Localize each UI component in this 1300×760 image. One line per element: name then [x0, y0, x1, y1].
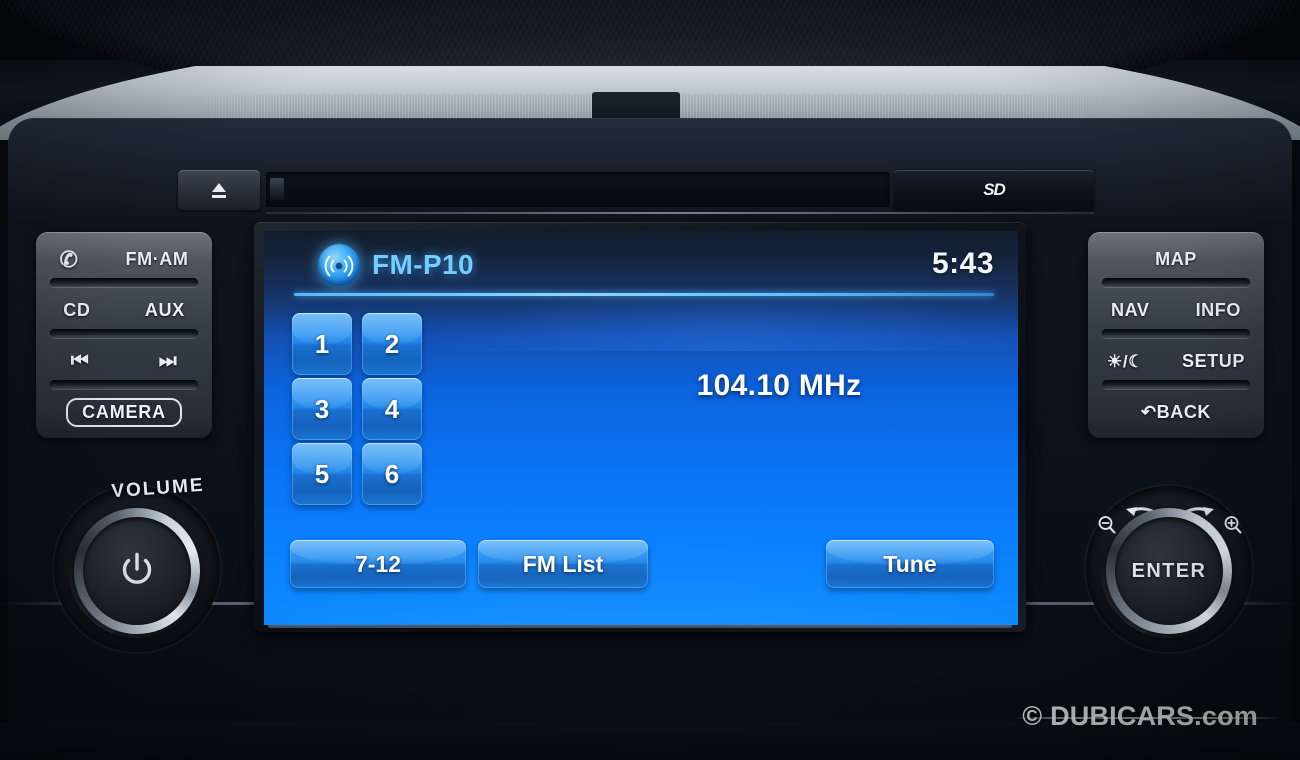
button-label: 7-12 — [354, 550, 402, 577]
right-button-panel: MAP NAV INFO ☀/☾ SETUP ↶BACK — [1088, 232, 1264, 438]
preset-label: 3 — [314, 393, 330, 424]
zoom-in-icon — [1222, 514, 1244, 541]
enter-label: ENTER — [1131, 559, 1207, 582]
preset-label: 5 — [314, 458, 330, 489]
enter-knob-assembly[interactable]: ENTER — [1078, 478, 1260, 660]
screenshot-stage: SD FM-P10 5:43 1 2 3 4 5 6 104.10 MHz 7-… — [0, 0, 1300, 760]
tune-button[interactable]: Tune — [826, 540, 994, 588]
day-night-button[interactable]: ☀/☾ — [1107, 352, 1144, 372]
eject-icon — [211, 182, 227, 198]
clock-label: 5:43 — [931, 247, 994, 280]
left-button-panel: ✆ FM·AM CD AUX ⏮ ⏭ CAMERA — [36, 232, 212, 438]
left-row-camera: CAMERA — [36, 387, 212, 438]
camera-button[interactable]: CAMERA — [66, 398, 182, 427]
preset-button-5[interactable]: 5 — [292, 443, 352, 505]
info-button[interactable]: INFO — [1196, 300, 1241, 321]
fm-list-button[interactable]: FM List — [478, 540, 648, 588]
button-label: Tune — [883, 550, 937, 577]
presets-7-12-button[interactable]: 7-12 — [290, 540, 466, 588]
radio-wave-icon — [318, 244, 360, 286]
fm-am-button[interactable]: FM·AM — [126, 249, 189, 270]
nav-button[interactable]: NAV — [1111, 300, 1149, 321]
sd-logo-icon: SD — [983, 180, 1006, 199]
sd-card-slot[interactable]: SD — [894, 170, 1094, 210]
previous-track-button[interactable]: ⏮ — [71, 350, 90, 373]
enter-button[interactable]: ENTER — [1115, 517, 1223, 625]
station-name-label: FM-P10 — [372, 249, 474, 280]
media-slot-bar: SD — [178, 170, 1094, 214]
back-button[interactable]: ↶BACK — [1088, 402, 1264, 423]
preset-label: 4 — [384, 393, 400, 424]
preset-button-4[interactable]: 4 — [362, 378, 422, 440]
phone-button[interactable]: ✆ — [59, 247, 78, 273]
watermark: © DUBICARS.com — [1022, 701, 1258, 731]
preset-button-1[interactable]: 1 — [292, 313, 352, 375]
cd-button[interactable]: CD — [63, 300, 90, 321]
setup-button[interactable]: SETUP — [1182, 351, 1245, 372]
frequency-display: 104.10 MHz — [696, 369, 862, 402]
next-track-button[interactable]: ⏭ — [159, 350, 178, 373]
preset-button-6[interactable]: 6 — [362, 443, 422, 505]
volume-caption: VOLUME — [110, 474, 206, 503]
button-label: FM List — [522, 550, 604, 577]
status-divider — [294, 293, 994, 296]
preset-label: 2 — [384, 328, 400, 359]
aux-button[interactable]: AUX — [145, 300, 185, 321]
map-button[interactable]: MAP — [1088, 249, 1264, 270]
eject-button[interactable] — [178, 170, 260, 210]
preset-button-2[interactable]: 2 — [362, 313, 422, 375]
preset-label: 6 — [384, 458, 400, 489]
volume-knob-assembly[interactable]: VOLUME — [46, 475, 228, 660]
right-row-back: ↶BACK — [1088, 387, 1264, 438]
cd-slot[interactable] — [266, 172, 890, 208]
preset-label: 1 — [314, 328, 330, 359]
power-icon — [114, 546, 160, 597]
preset-button-3[interactable]: 3 — [292, 378, 352, 440]
slot-bar-underline — [266, 212, 1094, 214]
infotainment-screen[interactable]: FM-P10 5:43 1 2 3 4 5 6 104.10 MHz 7-12 … — [264, 231, 1018, 625]
volume-power-button[interactable] — [83, 517, 191, 625]
status-bar: FM-P10 5:43 — [264, 231, 1018, 296]
